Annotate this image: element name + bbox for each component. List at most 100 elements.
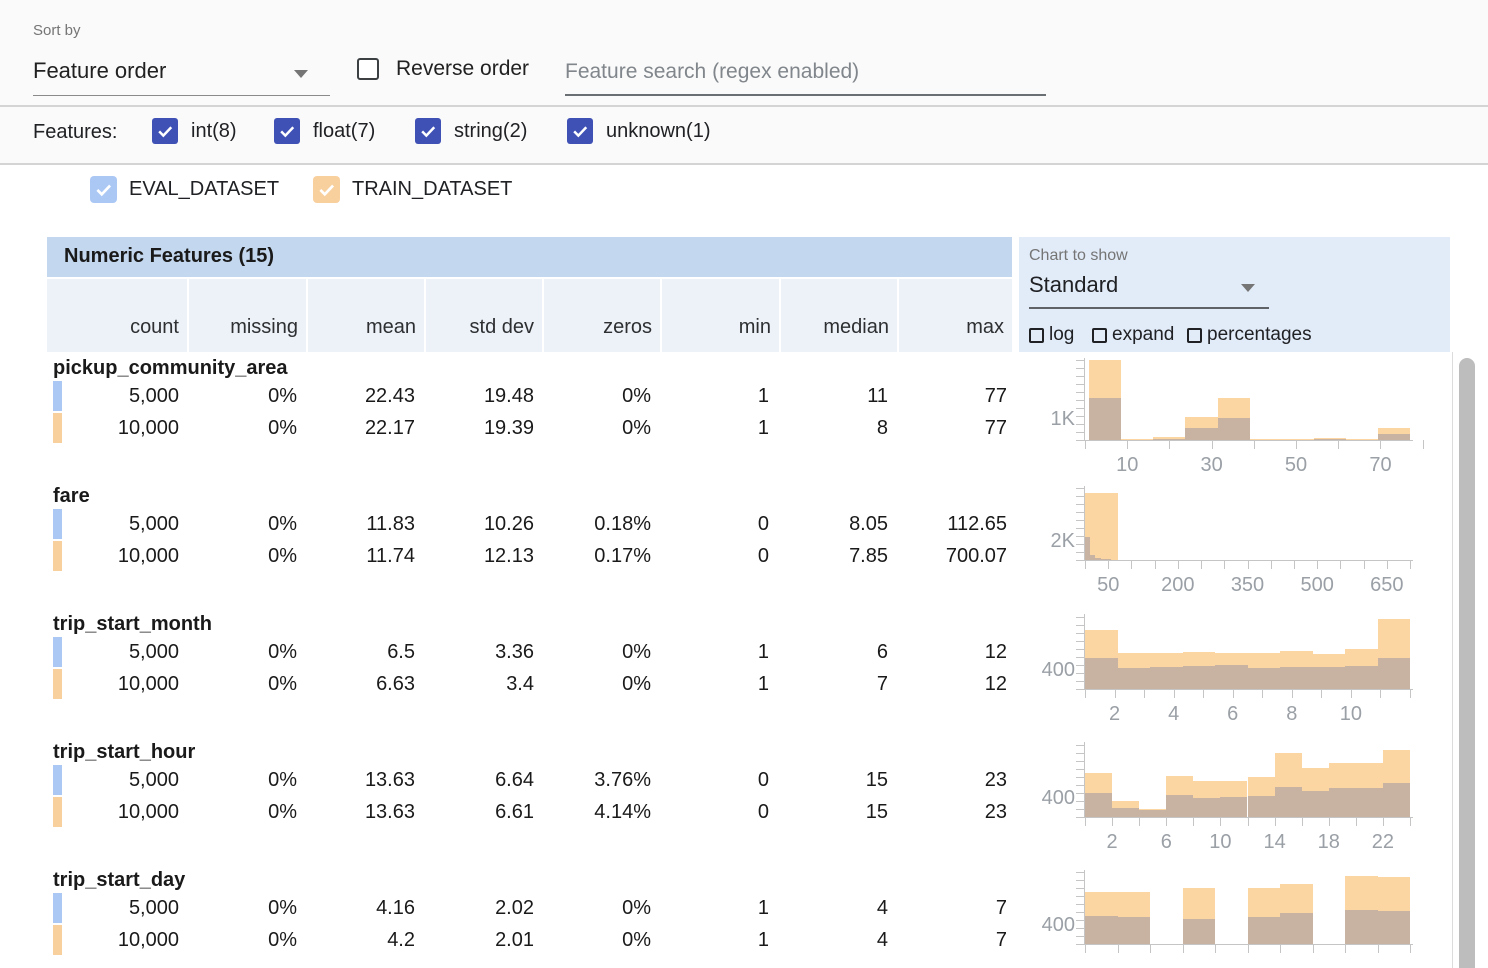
x-axis-tick-label: 50 (1256, 454, 1336, 477)
x-axis-tick (1313, 944, 1314, 953)
y-axis-tick (1076, 432, 1085, 433)
stat-value-mean: 4.16 (308, 893, 415, 923)
x-axis-tick (1292, 689, 1293, 698)
scrollbar-thumb[interactable] (1459, 358, 1475, 968)
feature-name: fare (53, 485, 90, 508)
stat-value-count: 10,000 (60, 797, 179, 827)
type-filter-int[interactable]: int(8) (152, 118, 237, 144)
y-axis-tick (1076, 769, 1085, 770)
stat-value-std-dev: 12.13 (426, 541, 534, 571)
x-axis-tick (1220, 817, 1221, 826)
stat-value-max: 7 (899, 925, 1007, 955)
chart-option-log[interactable]: log (1029, 324, 1074, 346)
y-axis-tick (1076, 761, 1085, 762)
chart-option-checkbox[interactable] (1029, 328, 1044, 343)
x-axis-tick (1183, 944, 1184, 953)
x-axis-line (1076, 817, 1413, 818)
stat-value-median: 15 (781, 765, 888, 795)
chevron-down-icon (294, 70, 308, 78)
stat-value-zeros: 4.14% (544, 797, 651, 827)
stat-value-count: 5,000 (60, 637, 179, 667)
x-axis-tick (1085, 440, 1086, 449)
dataset-checkbox[interactable] (313, 176, 340, 203)
dataset-checkbox[interactable] (90, 176, 117, 203)
type-checkbox[interactable] (152, 118, 178, 144)
type-filter-label: int(8) (191, 120, 237, 143)
y-axis-tick (1076, 920, 1085, 921)
stat-value-mean: 13.63 (308, 765, 415, 795)
stat-value-median: 4 (781, 893, 888, 923)
dataset-toggle-train_dataset[interactable]: TRAIN_DATASET (313, 176, 512, 203)
x-axis-tick (1296, 440, 1297, 449)
x-axis-tick (1178, 560, 1179, 569)
column-header-zeros: zeros (544, 279, 660, 352)
chart-option-percentages[interactable]: percentages (1187, 324, 1312, 346)
x-axis-tick (1262, 689, 1263, 698)
stat-value-max: 12 (899, 637, 1007, 667)
stat-value-count: 10,000 (60, 413, 179, 443)
feature-name: trip_start_month (53, 613, 212, 636)
bar-overlap (1118, 668, 1151, 689)
type-checkbox[interactable] (567, 118, 593, 144)
bar-overlap (1345, 910, 1378, 944)
y-axis-tick (1076, 496, 1085, 497)
numeric-features-header: Numeric Features (15) (47, 237, 1012, 277)
stat-value-max: 77 (899, 413, 1007, 443)
sort-by-select[interactable]: Feature order (33, 52, 330, 96)
check-icon (155, 121, 175, 141)
type-filter-unknown[interactable]: unknown(1) (567, 118, 711, 144)
x-axis-tick (1085, 560, 1086, 569)
y-axis-tick (1076, 745, 1085, 746)
bar-overlap (1085, 916, 1118, 944)
stat-value-zeros: 0% (544, 413, 651, 443)
x-axis-tick-label: 350 (1208, 574, 1288, 597)
bar-overlap (1112, 808, 1139, 817)
check-icon (277, 121, 297, 141)
stat-value-mean: 4.2 (308, 925, 415, 955)
check-icon (316, 179, 337, 200)
y-axis-label: 1K (1020, 408, 1075, 431)
bar-overlap (1085, 658, 1118, 689)
bar-overlap (1280, 667, 1313, 689)
stat-value-median: 8.05 (781, 509, 888, 539)
x-axis-tick (1378, 944, 1379, 953)
column-header-row: countmissingmeanstd devzerosminmedianmax (47, 279, 1012, 352)
stat-value-std-dev: 2.02 (426, 893, 534, 923)
stat-value-missing: 0% (190, 669, 297, 699)
histogram-trip_start_day: 400 (1020, 870, 1413, 968)
search-input[interactable] (565, 50, 1046, 94)
y-axis-tick (1076, 801, 1085, 802)
type-filter-float[interactable]: float(7) (274, 118, 375, 144)
facets-overview: Sort by Feature order Reverse order Feat… (0, 0, 1488, 968)
column-header-missing: missing (189, 279, 306, 352)
y-axis-tick (1076, 888, 1085, 889)
chart-option-checkbox[interactable] (1187, 328, 1202, 343)
x-axis-tick-label: 10 (1087, 454, 1167, 477)
stat-value-count: 5,000 (60, 381, 179, 411)
x-axis-tick (1254, 440, 1255, 449)
feature-row-pickup_community_area: pickup_community_area5,0000%22.4319.480%… (0, 355, 1450, 483)
x-axis-tick (1387, 560, 1388, 569)
y-axis-tick (1076, 408, 1085, 409)
y-axis-tick (1076, 384, 1085, 385)
chart-option-label: expand (1112, 324, 1174, 346)
x-axis-tick (1150, 944, 1151, 953)
chart-option-label: log (1049, 324, 1074, 346)
type-filter-label: float(7) (313, 120, 375, 143)
chart-type-select[interactable]: Standard (1029, 270, 1269, 309)
stat-value-std-dev: 6.64 (426, 765, 534, 795)
type-checkbox[interactable] (274, 118, 300, 144)
x-axis-tick-label: 22 (1343, 831, 1423, 854)
bar-overlap (1248, 917, 1281, 944)
type-checkbox[interactable] (415, 118, 441, 144)
reverse-order-checkbox[interactable] (357, 58, 379, 80)
dataset-toggle-eval_dataset[interactable]: EVAL_DATASET (90, 176, 279, 203)
vertical-scrollbar (1452, 352, 1488, 968)
check-icon (418, 121, 438, 141)
x-axis-tick (1345, 944, 1346, 953)
chart-option-expand[interactable]: expand (1092, 324, 1174, 346)
bar-overlap (1383, 783, 1410, 817)
type-filter-string[interactable]: string(2) (415, 118, 527, 144)
chart-option-checkbox[interactable] (1092, 328, 1107, 343)
y-axis-label: 2K (1020, 530, 1075, 553)
